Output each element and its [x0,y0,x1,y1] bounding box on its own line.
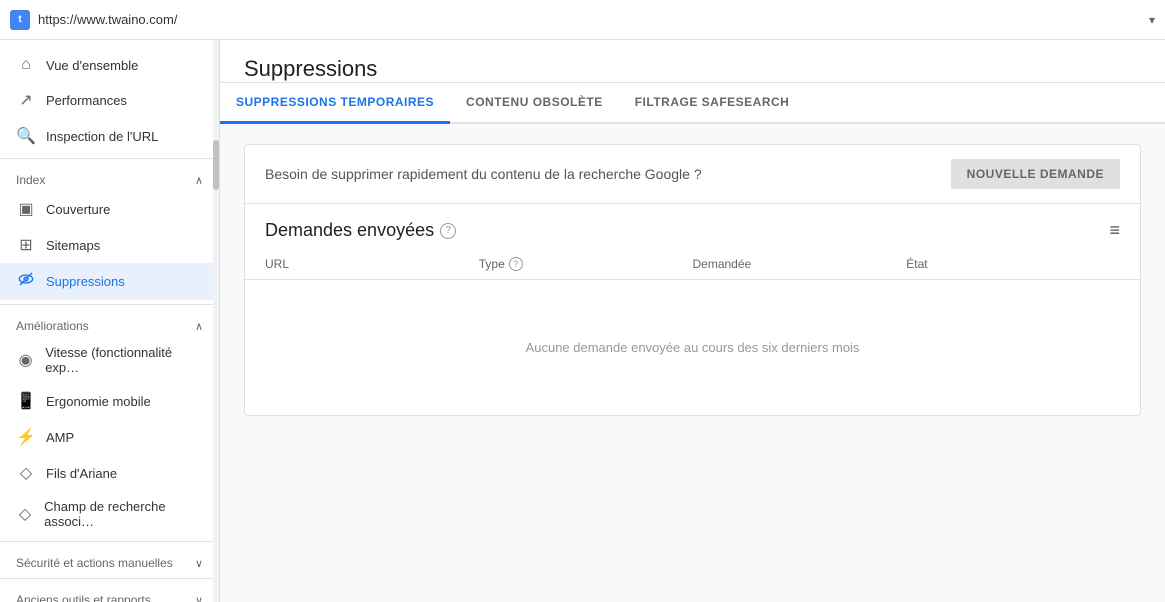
top-bar: t https://www.twaino.com/ ▾ [0,0,1165,40]
content-area: Suppressions SUPPRESSIONS TEMPORAIRES CO… [220,40,1165,602]
col-type-label: Type [479,257,505,271]
col-url: URL [265,257,479,271]
searchbox-icon: ◇ [16,504,34,524]
scrollbar-track[interactable] [213,40,219,602]
home-icon: ⌂ [16,56,36,74]
sidebar-item-sitemaps[interactable]: ⊞ Sitemaps [0,227,219,263]
sidebar-item-amp[interactable]: ⚡ AMP [0,419,219,455]
demandes-header: Demandes envoyées ? ≡ [245,204,1140,249]
empty-state-text: Aucune demande envoyée au cours des six … [526,340,860,355]
sidebar-item-champ-recherche[interactable]: ◇ Champ de recherche associ… [0,491,219,537]
breadcrumb-icon: ◇ [16,463,36,483]
divider-4 [0,578,219,579]
sidebar-label-inspection-url: Inspection de l'URL [46,129,158,144]
sidebar-label-vue-ensemble: Vue d'ensemble [46,58,138,73]
sidebar-item-suppressions[interactable]: Suppressions [0,263,219,300]
sidebar-label-fils-ariane: Fils d'Ariane [46,466,117,481]
sidebar-item-inspection-url[interactable]: 🔍 Inspection de l'URL [0,118,219,154]
section-anciens-chevron: ∨ [195,594,203,602]
sidebar-label-couverture: Couverture [46,202,110,217]
col-type: Type ? [479,257,693,271]
demandes-info-icon[interactable]: ? [440,223,456,239]
panel: Besoin de supprimer rapidement du conten… [244,144,1141,416]
demandes-title-text: Demandes envoyées [265,220,434,241]
document-icon: ▣ [16,199,36,219]
url-display: https://www.twaino.com/ [38,12,1149,27]
section-index-chevron: ∧ [195,174,203,187]
nouvelle-demande-button[interactable]: NOUVELLE DEMANDE [951,159,1120,189]
amp-icon: ⚡ [16,427,36,447]
col-url-label: URL [265,257,289,271]
section-index[interactable]: Index ∧ [0,163,219,191]
section-ameliorations-label: Améliorations [16,319,89,333]
section-ameliorations[interactable]: Améliorations ∧ [0,309,219,337]
col-etat: État [906,257,1120,271]
speed-icon: ◉ [16,350,35,370]
sidebar-label-vitesse: Vitesse (fonctionnalité exp… [45,345,203,375]
divider-2 [0,304,219,305]
tab-safesearch[interactable]: FILTRAGE SAFESEARCH [619,83,806,124]
sidebar-label-sitemaps: Sitemaps [46,238,100,253]
sidebar-item-performances[interactable]: ↗ Performances [0,82,219,118]
sidebar-item-fils-ariane[interactable]: ◇ Fils d'Ariane [0,455,219,491]
page-title: Suppressions [244,56,1141,82]
section-index-label: Index [16,173,45,187]
url-chevron[interactable]: ▾ [1149,13,1155,27]
divider-3 [0,541,219,542]
trend-icon: ↗ [16,90,36,110]
sidebar-label-ergonomie: Ergonomie mobile [46,394,151,409]
col-demandee: Demandée [693,257,907,271]
page-title-bar: Suppressions [220,40,1165,83]
tab-obsolete[interactable]: CONTENU OBSOLÈTE [450,83,619,124]
empty-state: Aucune demande envoyée au cours des six … [245,280,1140,415]
sidebar: ⌂ Vue d'ensemble ↗ Performances 🔍 Inspec… [0,40,220,602]
sidebar-item-ergonomie[interactable]: 📱 Ergonomie mobile [0,383,219,419]
sidebar-item-couverture[interactable]: ▣ Couverture [0,191,219,227]
sidebar-label-amp: AMP [46,430,74,445]
scrollbar-thumb[interactable] [213,140,219,190]
search-icon: 🔍 [16,126,36,146]
col-demandee-label: Demandée [693,257,752,271]
favicon: t [10,10,30,30]
filter-icon[interactable]: ≡ [1109,220,1120,241]
table-header: URL Type ? Demandée État [245,249,1140,280]
section-securite-label: Sécurité et actions manuelles [16,556,173,570]
section-ameliorations-chevron: ∧ [195,320,203,333]
col-etat-label: État [906,257,927,271]
main-layout: ⌂ Vue d'ensemble ↗ Performances 🔍 Inspec… [0,40,1165,602]
grid-icon: ⊞ [16,235,36,255]
sidebar-label-champ-recherche: Champ de recherche associ… [44,499,203,529]
divider-1 [0,158,219,159]
sidebar-item-vue-ensemble[interactable]: ⌂ Vue d'ensemble [0,48,219,82]
section-anciens[interactable]: Anciens outils et rapports ∨ [0,583,219,602]
sidebar-label-performances: Performances [46,93,127,108]
demandes-title: Demandes envoyées ? [265,220,456,241]
sidebar-label-suppressions: Suppressions [46,274,125,289]
sidebar-item-vitesse[interactable]: ◉ Vitesse (fonctionnalité exp… [0,337,219,383]
col-type-info-icon[interactable]: ? [509,257,523,271]
tab-temporaires[interactable]: SUPPRESSIONS TEMPORAIRES [220,83,450,124]
mobile-icon: 📱 [16,391,36,411]
eye-icon [16,271,36,292]
section-anciens-label: Anciens outils et rapports [16,593,151,602]
section-securite[interactable]: Sécurité et actions manuelles ∨ [0,546,219,574]
request-bar: Besoin de supprimer rapidement du conten… [245,145,1140,204]
tabs-bar: SUPPRESSIONS TEMPORAIRES CONTENU OBSOLÈT… [220,83,1165,124]
request-bar-text: Besoin de supprimer rapidement du conten… [265,166,702,182]
section-securite-chevron: ∨ [195,557,203,570]
